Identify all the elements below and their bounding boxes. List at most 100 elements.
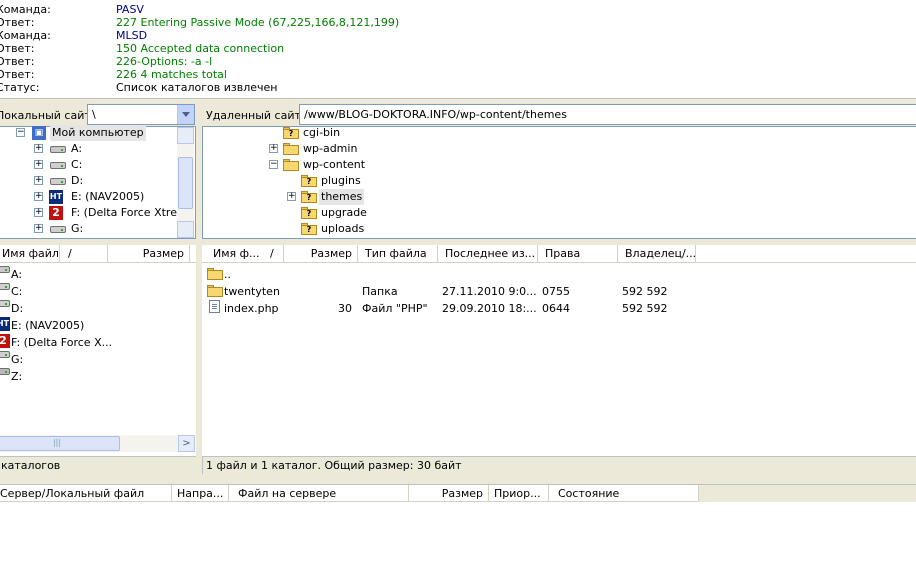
queue-column-header: Сервер/Локальный файл Напра... Файл на с…: [0, 484, 916, 502]
local-status-bar: каталогов: [0, 456, 196, 474]
sort-indicator: /: [60, 245, 108, 262]
local-tree-scrollbar[interactable]: [177, 127, 194, 238]
expand-icon[interactable]: +: [287, 192, 296, 201]
list-item[interactable]: A:: [0, 266, 190, 283]
file-type: Папка: [362, 285, 398, 298]
log-message: 150 Accepted data connection: [116, 42, 285, 55]
floppy-drive-icon: [50, 146, 66, 153]
log-label: Ответ:: [0, 55, 35, 68]
column-size[interactable]: Размер: [108, 245, 190, 262]
hard-drive-icon: [0, 283, 10, 290]
file-permissions: 0755: [542, 285, 570, 298]
tree-item-label: G:: [71, 222, 84, 235]
splitter-queue[interactable]: [0, 474, 916, 484]
expand-icon[interactable]: +: [34, 176, 43, 185]
table-row[interactable]: index.php 30 Файл "PHP" 29.09.2010 18:..…: [202, 300, 916, 317]
tree-item-label: wp-content: [303, 158, 366, 171]
expand-icon[interactable]: +: [34, 160, 43, 169]
scroll-down-button[interactable]: [177, 221, 194, 238]
table-row[interactable]: ..: [202, 266, 916, 283]
scroll-right-button[interactable]: >: [178, 435, 195, 452]
remote-column-header: Имя ф... / Размер Тип файла Последнее из…: [202, 245, 916, 263]
list-item[interactable]: G:: [0, 351, 190, 368]
expand-icon[interactable]: +: [34, 208, 43, 217]
log-message: 226 4 matches total: [116, 68, 227, 81]
file-modified: 29.09.2010 18:...: [442, 302, 537, 315]
collapse-icon[interactable]: −: [269, 160, 278, 169]
queue-column-file[interactable]: Сервер/Локальный файл: [0, 485, 172, 502]
expand-icon[interactable]: +: [34, 144, 43, 153]
local-tree-pane[interactable]: − ▣ Мой компьютер + A: + C: + D: + НТ E:…: [0, 125, 196, 239]
tree-item-label: uploads: [321, 222, 365, 235]
network-drive-icon: [0, 368, 10, 375]
queue-column-remote-file[interactable]: Файл на сервере: [229, 485, 409, 502]
scroll-thumb[interactable]: |||: [0, 436, 120, 451]
tree-item-label: plugins: [321, 174, 361, 187]
scroll-thumb[interactable]: [178, 157, 193, 209]
file-name: A:: [11, 268, 23, 281]
folder-unknown-icon: ?: [301, 175, 317, 187]
local-site-label: Локальный сайт:: [0, 109, 95, 122]
list-item[interactable]: НТ E: (NAV2005): [0, 317, 190, 334]
hard-drive-icon: [50, 178, 66, 185]
queue-list[interactable]: [0, 502, 916, 564]
local-path-combo[interactable]: \: [87, 104, 195, 125]
column-name[interactable]: Имя ф...: [202, 245, 260, 262]
tree-item-label: Мой компьютер: [50, 125, 146, 141]
column-type[interactable]: Тип файла: [358, 245, 438, 262]
log-message: PASV: [116, 3, 144, 16]
list-item[interactable]: D:: [0, 300, 190, 317]
expand-icon[interactable]: +: [34, 224, 43, 233]
tree-item-label: D:: [71, 174, 84, 187]
log-message: MLSD: [116, 29, 148, 42]
tree-item-label: A:: [71, 142, 83, 155]
file-size: 30: [338, 302, 352, 315]
log-label: Ответ:: [0, 68, 35, 81]
queue-column-direction[interactable]: Напра...: [172, 485, 229, 502]
list-item[interactable]: 2 F: (Delta Force X...: [0, 334, 190, 351]
file-name: twentyten: [224, 285, 280, 298]
column-owner[interactable]: Владелец/...: [618, 245, 696, 262]
folder-unknown-icon: ?: [301, 207, 317, 219]
remote-path-input[interactable]: /www/BLOG-DOKTORA.INFO/wp-content/themes: [299, 104, 916, 125]
delta-force-cd-icon: 2: [49, 206, 63, 220]
column-size[interactable]: Размер: [284, 245, 358, 262]
expand-icon[interactable]: +: [269, 144, 278, 153]
tree-item-label: E: (NAV2005): [71, 190, 145, 203]
tree-item-label: C:: [71, 158, 83, 171]
file-name: ..: [224, 268, 231, 281]
remote-status-text: 1 файл и 1 каталог. Общий размер: 30 бай…: [206, 459, 462, 472]
column-modified[interactable]: Последнее из...: [438, 245, 538, 262]
php-file-icon: [209, 300, 220, 313]
nav-cd-icon: НТ: [0, 317, 10, 331]
file-name: Z:: [11, 370, 23, 383]
list-item[interactable]: Z:: [0, 368, 190, 385]
tree-item-label: F: (Delta Force Xtre): [71, 206, 182, 219]
tree-item-label: themes: [319, 189, 365, 205]
column-name[interactable]: Имя файла: [0, 245, 60, 262]
tree-item-label: upgrade: [321, 206, 367, 219]
folder-unknown-icon: ?: [301, 223, 317, 235]
log-message: 227 Entering Passive Mode (67,225,166,8,…: [116, 16, 400, 29]
expand-icon[interactable]: +: [34, 192, 43, 201]
local-list-hscrollbar[interactable]: ||| >: [0, 435, 195, 452]
remote-tree-pane[interactable]: ? cgi-bin + wp-admin − wp-content ? plug…: [202, 126, 916, 239]
file-name: F: (Delta Force X...: [11, 336, 113, 349]
nav-cd-icon: НТ: [49, 190, 63, 204]
folder-open-icon: [283, 159, 299, 171]
hard-drive-icon: [50, 162, 66, 169]
file-owner: 592 592: [622, 302, 668, 315]
column-permissions[interactable]: Права: [538, 245, 618, 262]
queue-column-status[interactable]: Состояние: [549, 485, 699, 502]
remote-site-label: Удаленный сайт:: [206, 109, 305, 122]
queue-column-priority[interactable]: Приор...: [489, 485, 549, 502]
message-log[interactable]: Команда: PASV Ответ: 227 Entering Passive …: [0, 0, 916, 99]
table-row[interactable]: twentyten Папка 27.11.2010 9:0... 0755 5…: [202, 283, 916, 300]
log-label: Ответ:: [0, 16, 35, 29]
file-owner: 592 592: [622, 285, 668, 298]
collapse-icon[interactable]: −: [16, 128, 25, 137]
list-item[interactable]: C:: [0, 283, 190, 300]
chevron-down-icon[interactable]: [177, 105, 194, 124]
scroll-up-button[interactable]: [177, 127, 194, 144]
queue-column-size[interactable]: Размер: [409, 485, 489, 502]
